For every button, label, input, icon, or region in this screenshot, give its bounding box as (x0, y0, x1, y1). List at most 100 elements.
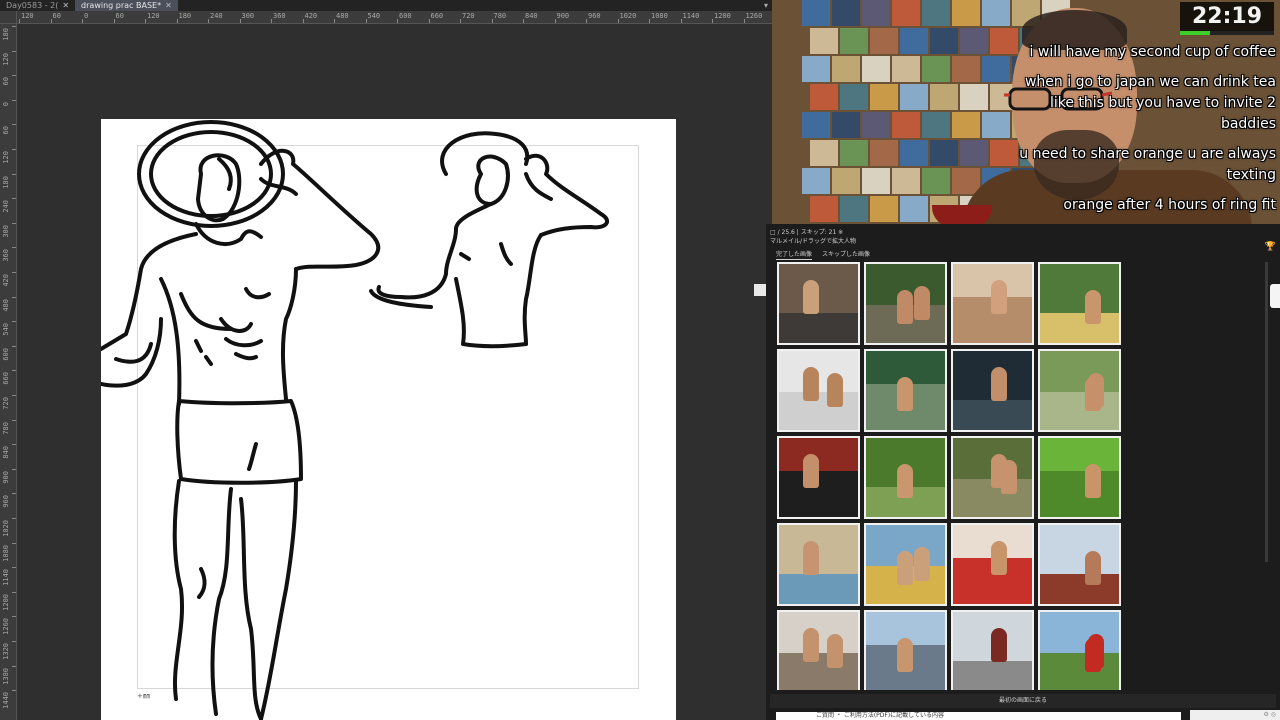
tile-ground (953, 400, 1032, 430)
ruler-tick (239, 19, 241, 23)
ruler-tick (12, 542, 16, 544)
wall-photo (922, 56, 950, 82)
ruler-label: 360 (273, 12, 286, 20)
tile-people-field[interactable] (1038, 610, 1121, 690)
gallery-scrollbar[interactable] (1265, 262, 1268, 562)
tile-two-men-path[interactable] (951, 436, 1034, 519)
wall-photo (802, 56, 830, 82)
tile-figure (803, 454, 819, 488)
ruler-label: 480 (336, 12, 349, 20)
ruler-tick (12, 321, 16, 323)
ruler-label: 1020 (619, 12, 637, 20)
ruler-tick (12, 222, 16, 224)
tile-man-steel-frame[interactable] (951, 349, 1034, 432)
ruler-label: 900 (556, 12, 570, 20)
ruler-label: 900 (2, 470, 10, 484)
ruler-label: 240 (2, 200, 10, 213)
tile-two-men-straw-hats[interactable] (1038, 262, 1121, 345)
canvas-corner-mark: +㎜ (137, 692, 150, 700)
wall-photo (892, 0, 920, 26)
ruler-corner (0, 11, 17, 24)
tab-drawing-prac-base[interactable]: drawing prac BASE* ✕ (75, 0, 178, 11)
ruler-tick (12, 567, 16, 569)
ruler-tick (743, 19, 745, 23)
ruler-label: 960 (2, 495, 10, 509)
tile-man-rice-field[interactable] (1038, 349, 1121, 432)
tile-men-rocks-sky[interactable] (864, 610, 947, 690)
wall-photo (892, 112, 920, 138)
tile-figure (827, 634, 843, 668)
tile-man-forest-stance[interactable] (864, 436, 947, 519)
tile-ground (1040, 471, 1119, 517)
drawing-canvas[interactable]: +㎜ (101, 119, 676, 720)
ruler-tick (680, 19, 682, 23)
wall-photo (990, 28, 1018, 54)
tile-man-writing-desk[interactable] (777, 610, 860, 690)
ruler-tick (649, 19, 650, 23)
wall-photo (810, 28, 838, 54)
tile-man-studio-stretch[interactable] (777, 349, 860, 432)
ruler-label: 1140 (682, 12, 700, 20)
wall-photo (922, 168, 950, 194)
wall-photo (922, 0, 950, 26)
ruler-label: 1200 (2, 593, 10, 611)
tab-completed-images[interactable]: 完了した画像 (776, 248, 813, 260)
wall-photo (960, 84, 988, 110)
ruler-tick (397, 19, 398, 23)
tab-day0583[interactable]: Day0583 - 2( ✕ (0, 0, 75, 11)
ruler-tick (12, 395, 16, 396)
ruler-tick (365, 19, 367, 23)
tile-man-yoga-deck[interactable] (864, 523, 947, 606)
ruler-tick (12, 518, 16, 519)
wall-photo (840, 84, 868, 110)
timer-progress-fill (1180, 31, 1211, 35)
ruler-tick (334, 19, 335, 23)
ruler-tick (176, 19, 178, 23)
image-grid (777, 262, 1123, 690)
tile-men-bridge[interactable] (951, 610, 1034, 690)
tab-skipped-images[interactable]: スキップした画像 (822, 248, 870, 260)
ruler-tick (145, 19, 146, 23)
chevron-down-icon[interactable]: ▾ (760, 0, 772, 11)
corner-controls[interactable]: ⚙ ◎ (1190, 710, 1280, 720)
ruler-tick (12, 370, 16, 372)
ruler-tick (82, 19, 83, 23)
tile-figure (803, 541, 819, 575)
wall-photo (862, 112, 890, 138)
ruler-label: 1080 (2, 544, 10, 562)
tile-man-sitting-rocks[interactable] (864, 262, 947, 345)
tile-man-striking-pose-ruins[interactable] (777, 262, 860, 345)
tile-man-by-river[interactable] (864, 349, 947, 432)
chat-message: u need to share orange u are always text… (1019, 146, 1276, 183)
ruler-label: 300 (2, 224, 10, 238)
tile-figure (897, 377, 913, 411)
tile-man-grass-kneel[interactable] (1038, 436, 1121, 519)
ruler-label: 180 (2, 28, 10, 41)
ruler-tick (12, 468, 16, 470)
ruler-tick (12, 665, 16, 667)
tile-two-men-chairs[interactable] (951, 262, 1034, 345)
wall-photo (952, 0, 980, 26)
tile-figure (897, 638, 913, 672)
tile-men-torii-gate[interactable] (777, 436, 860, 519)
close-icon[interactable]: ✕ (62, 0, 69, 11)
tile-figure (991, 541, 1007, 575)
ruler-label: 1140 (2, 569, 10, 587)
wall-photo (870, 196, 898, 222)
wall-photo (892, 56, 920, 82)
ruler-label: 60 (115, 12, 124, 20)
ruler-tick (12, 149, 16, 150)
wall-photo (870, 84, 898, 110)
ruler-tick (491, 19, 493, 23)
tile-slide-sky[interactable] (1038, 523, 1121, 606)
ruler-label: 240 (210, 12, 223, 20)
ruler-label: 600 (2, 347, 10, 361)
close-icon[interactable]: ✕ (165, 0, 172, 11)
ruler-tick (586, 19, 587, 23)
tile-man-floor-room[interactable] (951, 523, 1034, 606)
ruler-label: 1260 (745, 12, 763, 20)
back-to-start-button[interactable]: 最初の画面に戻る (770, 694, 1276, 708)
wall-photo (922, 112, 950, 138)
tile-men-pushups-beach[interactable] (777, 523, 860, 606)
trophy-icon[interactable]: 🏆 (1265, 242, 1276, 252)
